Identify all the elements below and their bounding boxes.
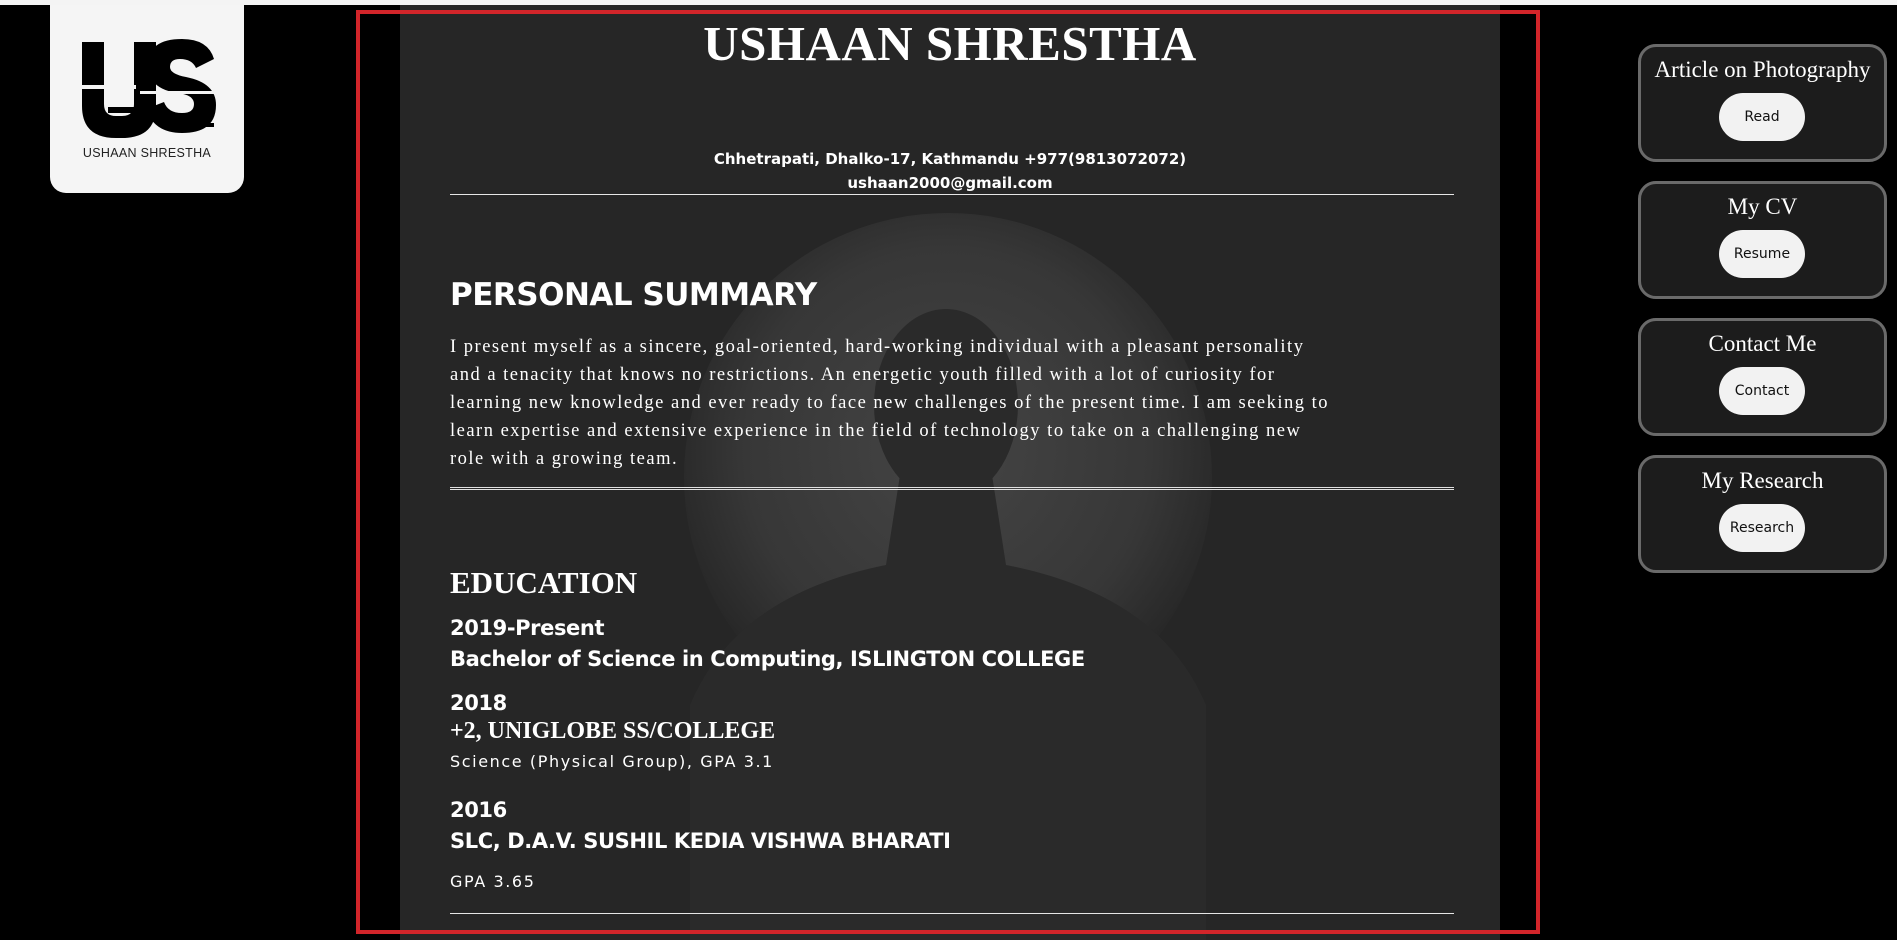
- nav-card-article: Article on Photography Read: [1638, 44, 1887, 162]
- read-button[interactable]: Read: [1719, 93, 1805, 141]
- resume-button[interactable]: Resume: [1719, 230, 1805, 278]
- nav-card-title: My CV: [1727, 194, 1798, 219]
- site-logo[interactable]: USHAAN SHRESTHA: [50, 5, 244, 193]
- us-monogram-icon: [80, 39, 220, 138]
- nav-card-contact: Contact Me Contact: [1638, 318, 1887, 436]
- nav-card-title: Article on Photography: [1654, 57, 1871, 82]
- nav-card-cv: My CV Resume: [1638, 181, 1887, 299]
- logo-caption: USHAAN SHRESTHA: [82, 146, 212, 160]
- highlight-frame: [356, 10, 1540, 934]
- nav-card-title: Contact Me: [1708, 331, 1817, 356]
- nav-card-research: My Research Research: [1638, 455, 1887, 573]
- nav-card-title: My Research: [1701, 468, 1824, 493]
- research-button[interactable]: Research: [1719, 504, 1805, 552]
- contact-button[interactable]: Contact: [1719, 367, 1805, 415]
